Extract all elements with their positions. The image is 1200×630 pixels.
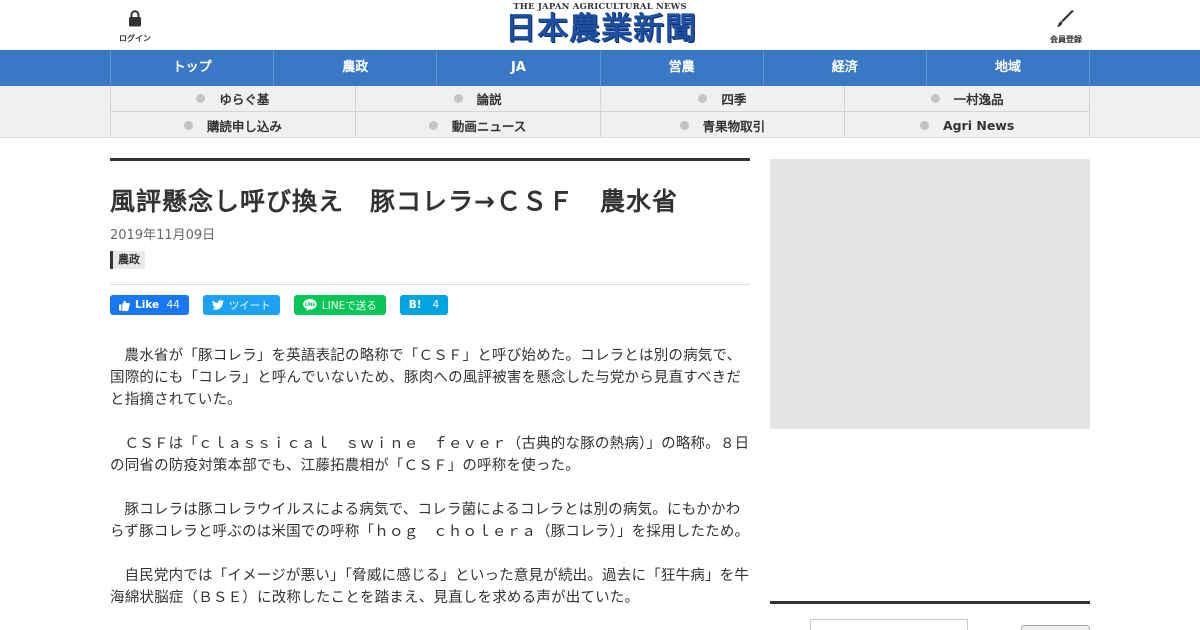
circle-bullet-icon <box>428 120 438 130</box>
circle-bullet-icon <box>698 94 708 103</box>
thumbs-up-icon <box>119 300 130 311</box>
subnav-item-isson-ippin[interactable]: 一村逸品 <box>845 86 1090 112</box>
circle-bullet-icon <box>930 94 940 103</box>
nav-item-economy[interactable]: 経済 <box>764 50 927 86</box>
facebook-like-label: Like <box>135 299 160 311</box>
subnav-item-produce-trading[interactable]: 青果物取引 <box>601 112 846 138</box>
subnav-item-shiki[interactable]: 四季 <box>600 86 846 112</box>
divider <box>110 284 750 285</box>
nav-item-policy[interactable]: 農政 <box>274 50 438 86</box>
nav-item-farming[interactable]: 営農 <box>601 50 764 86</box>
nav-item-top[interactable]: トップ <box>111 50 275 86</box>
subnav-item-label: Agri News <box>942 117 1015 133</box>
logo-japanese: 日本農業新聞 <box>505 11 697 47</box>
subnav-item-yuragu[interactable]: ゆらぐ基 <box>111 86 356 112</box>
article-date: 2019年11月09日 <box>110 228 216 243</box>
sidebar-search-input[interactable] <box>810 619 968 630</box>
main-nav: トップ 農政 JA 営農 経済 地域 <box>0 50 1200 86</box>
hatena-bookmark-count: 4 <box>432 299 440 311</box>
circle-bullet-icon <box>679 120 689 130</box>
login-label: ログイン <box>119 34 151 43</box>
site-logo[interactable]: THE JAPAN AGRICULTURAL NEWS 日本農業新聞 <box>505 2 697 47</box>
lock-icon <box>118 10 152 31</box>
subnav-item-editorial[interactable]: 論説 <box>355 86 601 112</box>
article-paragraph: 農水省が「豚コレラ」を英語表記の略称で「ＣＳＦ」と呼び始めた。コレラとは別の病気… <box>110 348 742 408</box>
article: 風評懸念し呼び換え 豚コレラ→ＣＳＦ 農水省 2019年11月09日 農政 Li… <box>110 158 750 630</box>
site-header: ログイン THE JAPAN AGRICULTURAL NEWS 日本農業新聞 … <box>0 0 1200 50</box>
category-badge[interactable]: 農政 <box>110 251 145 269</box>
hatena-bookmark-button[interactable]: B! 4 <box>399 295 449 315</box>
article-paragraph: 豚コレラは豚コレラウイルスによる病気で、コレラ菌によるコレラとは別の病気。にもか… <box>110 502 750 540</box>
article-paragraph: 自民党内では「イメージが悪い」「脅威に感じる」といった意見が続出。過去に「狂牛病… <box>110 568 750 606</box>
subnav-item-label: 一村逸品 <box>953 92 1004 107</box>
twitter-bird-icon <box>211 300 224 310</box>
subnav-item-label: 四季 <box>721 92 747 107</box>
subnav-item-agri-news[interactable]: Agri News <box>845 112 1090 138</box>
sidebar-rule <box>770 601 1090 604</box>
facebook-like-count: 44 <box>166 299 180 311</box>
share-buttons: Like 44 ツイート LINE LINEで送る B! 4 <box>110 295 750 315</box>
ad-placeholder <box>770 159 1090 429</box>
member-register-button[interactable]: 会員登録 <box>1047 10 1085 45</box>
tweet-button[interactable]: ツイート <box>202 295 280 315</box>
circle-bullet-icon <box>196 94 206 103</box>
article-body: 農水省が「豚コレラ」を英語表記の略称で「ＣＳＦ」と呼び始めた。コレラとは別の病気… <box>110 345 750 609</box>
svg-text:LINE: LINE <box>305 302 316 307</box>
tweet-label: ツイート <box>228 299 271 312</box>
subnav-item-label: 論説 <box>476 92 502 107</box>
sub-nav: ゆらぐ基 論説 四季 一村逸品 購読申し込み 動画ニュース 青果物取引 Agri… <box>0 86 1200 138</box>
subnav-item-subscribe[interactable]: 購読申し込み <box>111 112 356 138</box>
article-top-rule <box>110 158 750 161</box>
subnav-item-label: 動画ニュース <box>451 118 527 134</box>
pen-icon <box>1047 10 1085 32</box>
line-icon: LINE <box>303 299 317 311</box>
subnav-item-label: 購読申し込み <box>206 118 282 134</box>
sidebar-search-button[interactable] <box>1021 625 1090 630</box>
line-share-label: LINEで送る <box>321 299 377 312</box>
line-share-button[interactable]: LINE LINEで送る <box>293 295 386 315</box>
article-title: 風評懸念し呼び換え 豚コレラ→ＣＳＦ 農水省 <box>110 187 678 216</box>
subnav-item-label: ゆらぐ基 <box>219 92 270 107</box>
login-button[interactable]: ログイン <box>118 10 152 44</box>
subnav-item-video-news[interactable]: 動画ニュース <box>356 112 601 138</box>
nav-item-region[interactable]: 地域 <box>927 50 1091 86</box>
nav-item-ja[interactable]: JA <box>437 50 601 86</box>
circle-bullet-icon <box>919 120 929 130</box>
facebook-like-button[interactable]: Like 44 <box>110 295 189 315</box>
subnav-item-label: 青果物取引 <box>702 118 766 134</box>
circle-bullet-icon <box>183 120 193 130</box>
article-paragraph: ＣＳＦは「ｃｌａｓｓｉｃａｌ ｓｗｉｎｅ ｆｅｖｅｒ（古典的な豚の熱病）」の略称… <box>110 436 750 474</box>
member-label: 会員登録 <box>1050 35 1082 44</box>
circle-bullet-icon <box>453 94 463 103</box>
hatena-bookmark-label: B! <box>408 299 422 311</box>
